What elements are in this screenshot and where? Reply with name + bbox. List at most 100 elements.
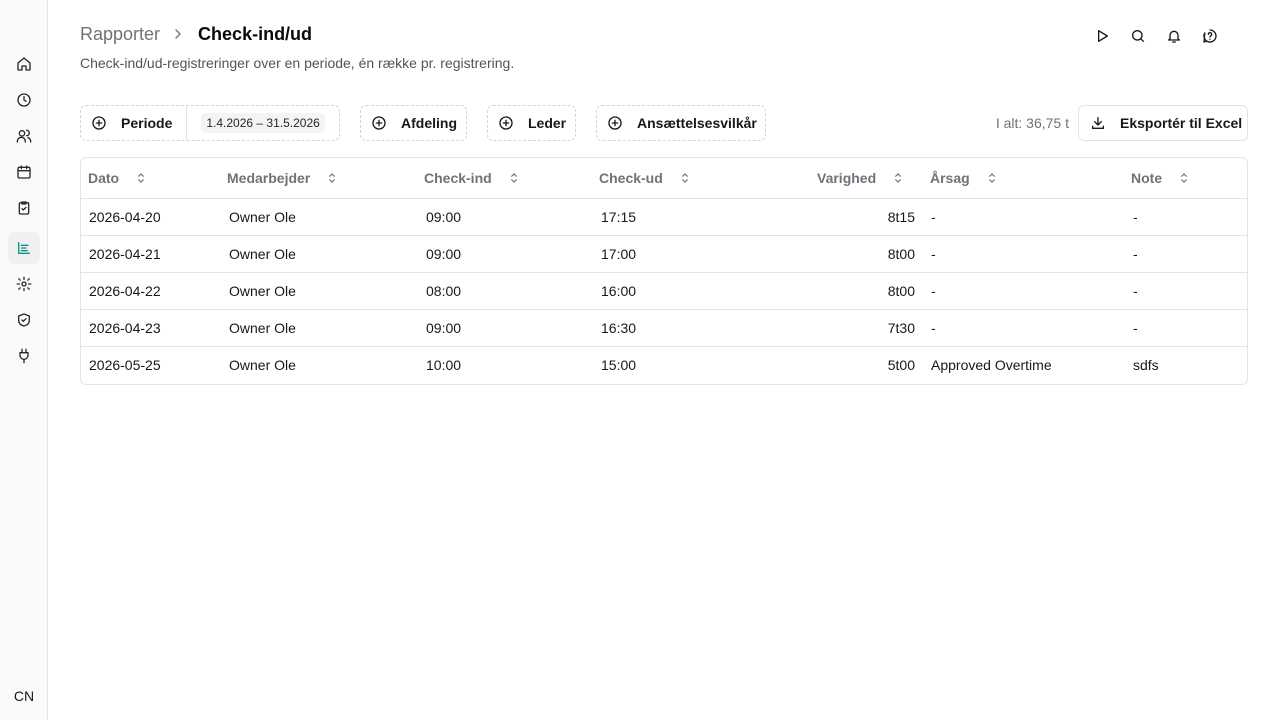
sort-icon: [891, 171, 905, 185]
notifications-button[interactable]: [1160, 24, 1188, 48]
column-header-label: Varighed: [817, 170, 877, 186]
chevron-right-icon: [170, 26, 186, 42]
play-button[interactable]: [1088, 24, 1116, 48]
cell-employee: Owner Ole: [229, 357, 296, 373]
cell-check-out: 16:30: [601, 320, 637, 336]
column-header-employee[interactable]: Medarbejder: [227, 158, 339, 198]
sidebar-item-employees[interactable]: [8, 120, 40, 152]
cell-check-out: 15:00: [601, 357, 637, 373]
table-row[interactable]: 2026-04-20 Owner Ole 09:00 17:15 8t15 - …: [81, 199, 1247, 236]
cell-note: -: [1133, 209, 1138, 225]
cell-check-in: 09:00: [426, 209, 462, 225]
play-icon: [1098, 30, 1108, 42]
cell-duration: 8t15: [887, 209, 915, 225]
sort-icon: [134, 171, 148, 185]
plus-circle-icon: [498, 115, 514, 131]
help-button[interactable]: [1196, 24, 1224, 48]
cell-duration: 5t00: [887, 357, 915, 373]
calendar-icon: [17, 165, 31, 179]
cell-date: 2026-04-20: [89, 209, 161, 225]
gear-icon: [16, 276, 32, 292]
cell-check-in: 08:00: [426, 283, 462, 299]
sidebar-item-time[interactable]: [8, 84, 40, 116]
manager-filter[interactable]: Leder: [487, 105, 576, 141]
sidebar-item-calendar[interactable]: [8, 156, 40, 188]
page-title: Check-ind/ud: [198, 23, 313, 44]
sidebar-item-integrations[interactable]: [8, 340, 40, 372]
column-header-reason[interactable]: Årsag: [930, 158, 999, 198]
department-filter-label: Afdeling: [401, 115, 457, 131]
sort-icon: [1177, 171, 1191, 185]
top-toolbar: [1088, 24, 1224, 48]
filter-divider: [186, 106, 188, 140]
employment-terms-filter[interactable]: Ansættelsesvilkår: [596, 105, 766, 141]
cell-check-in: 09:00: [426, 246, 462, 262]
total-hours: I alt: 36,75 t: [995, 115, 1069, 131]
column-header-label: Note: [1131, 170, 1163, 186]
sidebar-item-settings[interactable]: [8, 268, 40, 300]
table-header: Dato Medarbejder Check-ind Check-ud Vari…: [81, 158, 1247, 199]
home-icon: [17, 57, 31, 71]
table-row[interactable]: 2026-04-23 Owner Ole 09:00 16:30 7t30 - …: [81, 310, 1247, 347]
cell-duration: 8t00: [887, 283, 915, 299]
cell-reason: -: [931, 209, 936, 225]
column-header-date[interactable]: Dato: [88, 158, 148, 198]
plus-circle-icon: [371, 115, 387, 131]
table-row[interactable]: 2026-04-21 Owner Ole 09:00 17:00 8t00 - …: [81, 236, 1247, 273]
cell-date: 2026-04-21: [89, 246, 161, 262]
report-icon: [18, 242, 30, 254]
cell-date: 2026-05-25: [89, 357, 161, 373]
avatar[interactable]: CN: [8, 680, 40, 712]
column-header-label: Check-ud: [599, 170, 663, 186]
search-button[interactable]: [1124, 24, 1152, 48]
checkin-table: Dato Medarbejder Check-ind Check-ud Vari…: [80, 157, 1248, 385]
cell-date: 2026-04-23: [89, 320, 161, 336]
column-header-label: Dato: [88, 170, 120, 186]
plus-circle-icon: [607, 115, 623, 131]
cell-note: sdfs: [1133, 357, 1159, 373]
cell-employee: Owner Ole: [229, 209, 296, 225]
sidebar-item-home[interactable]: [8, 48, 40, 80]
table-row[interactable]: 2026-04-22 Owner Ole 08:00 16:00 8t00 - …: [81, 273, 1247, 310]
shield-check-icon: [18, 313, 30, 327]
page-subtitle: Check-ind/ud-registreringer over en peri…: [80, 55, 515, 71]
breadcrumb: Rapporter Check-ind/ud: [80, 22, 312, 46]
sidebar-item-approvals[interactable]: [8, 192, 40, 224]
cell-duration: 7t30: [887, 320, 915, 336]
cell-note: -: [1133, 320, 1138, 336]
cell-reason: -: [931, 246, 936, 262]
download-icon: [1090, 115, 1106, 131]
cell-check-out: 16:00: [601, 283, 637, 299]
table-row[interactable]: 2026-05-25 Owner Ole 10:00 15:00 5t00 Ap…: [81, 347, 1247, 384]
sort-icon: [325, 171, 339, 185]
cell-duration: 8t00: [887, 246, 915, 262]
cell-note: -: [1133, 283, 1138, 299]
column-header-note[interactable]: Note: [1131, 158, 1191, 198]
cell-reason: -: [931, 320, 936, 336]
clipboard-check-icon: [18, 201, 30, 215]
sidebar-item-reports[interactable]: [8, 232, 40, 264]
department-filter[interactable]: Afdeling: [360, 105, 467, 141]
cell-employee: Owner Ole: [229, 246, 296, 262]
clock-icon: [17, 93, 31, 107]
cell-employee: Owner Ole: [229, 320, 296, 336]
sort-icon: [678, 171, 692, 185]
users-icon: [16, 129, 32, 143]
column-header-duration[interactable]: Varighed: [817, 158, 905, 198]
export-excel-button[interactable]: Eksportér til Excel: [1078, 105, 1248, 141]
sidebar-item-security[interactable]: [8, 304, 40, 336]
column-header-label: Check-ind: [424, 170, 492, 186]
sort-icon: [507, 171, 521, 185]
breadcrumb-parent[interactable]: Rapporter: [80, 24, 160, 45]
cell-note: -: [1133, 246, 1138, 262]
cell-check-in: 09:00: [426, 320, 462, 336]
column-header-check-out[interactable]: Check-ud: [599, 158, 692, 198]
period-filter[interactable]: Periode 1.4.2026 – 31.5.2026: [80, 105, 340, 141]
plug-icon: [19, 348, 29, 364]
column-header-check-in[interactable]: Check-ind: [424, 158, 521, 198]
cell-employee: Owner Ole: [229, 283, 296, 299]
column-header-label: Medarbejder: [227, 170, 311, 186]
search-icon: [1132, 30, 1144, 42]
cell-reason: -: [931, 283, 936, 299]
sidebar: CN: [0, 0, 48, 720]
